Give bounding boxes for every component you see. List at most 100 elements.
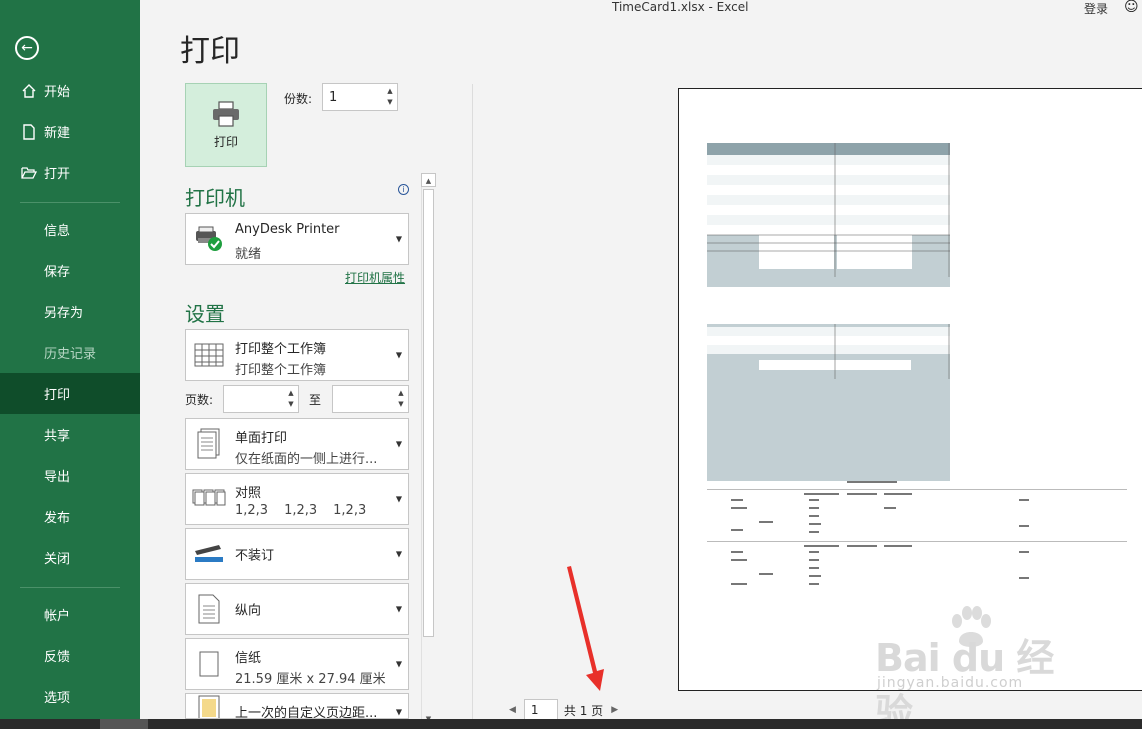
timecard-preview-thumbnail [707,143,1127,585]
backstage-sidebar: ← 开始 新建 打开 信息 保存 另存为 历史记录 打印 共享 导出 发布 关闭… [0,0,140,719]
staple-dropdown[interactable]: 不装订 ▼ [185,528,409,580]
orientation-dropdown[interactable]: 纵向 ▼ [185,583,409,635]
taskbar-item[interactable] [100,719,148,729]
settings-section-title: 设置 [185,302,225,326]
pages-to-label: 至 [309,393,322,407]
back-arrow-icon[interactable]: ← [15,36,39,60]
paper-size-title: 信纸 [235,651,262,666]
sidebar-item-label: 历史记录 [44,347,97,362]
print-scope-subtitle: 打印整个工作簿 [235,363,327,378]
collate-value: 1,2,3 [333,503,367,518]
sidebar-item-open[interactable]: 打开 [0,152,140,193]
next-page-icon[interactable]: ▶ [611,705,618,715]
paper-size-dropdown[interactable]: 信纸 21.59 厘米 x 27.94 厘米 ▼ [185,638,409,690]
printer-dropdown[interactable]: AnyDesk Printer 就绪 ▼ [185,213,409,265]
print-preview-page [678,88,1142,691]
sidebar-item-label: 新建 [44,126,71,141]
stepper-arrows-icon[interactable]: ▲ ▼ [286,388,296,410]
stepper-arrows-icon[interactable]: ▲ ▼ [396,388,406,410]
previous-page-icon[interactable]: ◀ [509,705,516,715]
print-button[interactable]: 打印 [185,83,267,167]
sidebar-item-label: 选项 [44,691,71,706]
sidebar-item-label: 帐户 [44,609,71,624]
sidebar-item-share[interactable]: 共享 [0,414,140,455]
current-page-input[interactable]: 1 [523,699,558,721]
scroll-up-icon[interactable]: ▲ [421,173,436,187]
sidebar-item-account[interactable]: 帐户 [0,594,140,635]
pages-label: 页数: [185,393,214,407]
watermark-url: jingyan.baidu.com [877,675,1024,691]
sidebar-item-new[interactable]: 新建 [0,111,140,152]
panel-divider [472,84,473,719]
print-scope-dropdown[interactable]: 打印整个工作簿 打印整个工作簿 ▼ [185,329,409,381]
paper-size-icon [191,646,227,682]
print-sides-subtitle: 仅在纸面的一侧上进行... [235,452,378,467]
one-sided-page-icon [191,426,227,462]
staple-title: 不装订 [235,548,275,564]
print-sides-dropdown[interactable]: 单面打印 仅在纸面的一侧上进行... ▼ [185,418,409,470]
sidebar-item-close[interactable]: 关闭 [0,537,140,578]
portrait-page-icon [191,591,227,627]
title-bar: TimeCard1.xlsx - Excel 登录 ☺ [140,0,1142,16]
chevron-down-icon: ▼ [395,549,402,559]
pages-from-input[interactable]: ▲ ▼ [223,385,299,413]
margins-dropdown[interactable]: 上一次的自定义页边距... ▼ [185,693,409,719]
printer-section-title: 打印机 [185,186,245,210]
sidebar-item-save[interactable]: 保存 [0,250,140,291]
login-link[interactable]: 登录 [1084,0,1108,17]
sidebar-item-label: 保存 [44,265,71,280]
sidebar-item-print[interactable]: 打印 [0,373,140,414]
sidebar-item-options[interactable]: 选项 [0,676,140,717]
sidebar-item-label: 打印 [44,388,71,403]
sidebar-item-export[interactable]: 导出 [0,455,140,496]
printer-icon [213,100,239,127]
home-icon [20,82,38,100]
new-doc-icon [20,123,38,141]
collate-dropdown[interactable]: 对照 1,2,3 1,2,3 1,2,3 ▼ [185,473,409,525]
printer-properties-link[interactable]: 打印机属性 [345,269,405,286]
sidebar-item-label: 共享 [44,429,71,444]
baidu-jingyan-watermark: Bai du 经验 jingyan.baidu.com [875,605,1075,729]
copies-label: 份数: [284,92,313,106]
sidebar-item-feedback[interactable]: 反馈 [0,635,140,676]
collate-value: 1,2,3 [235,503,269,518]
chevron-down-icon: ▼ [395,659,402,669]
red-annotation-arrow-icon [567,566,604,691]
margins-icon [191,694,227,718]
page-navigator: ◀ 1 共 1 页 ▶ [509,699,618,721]
chevron-down-icon: ▼ [395,350,402,360]
collate-value: 1,2,3 [284,503,318,518]
sidebar-item-home[interactable]: 开始 [0,70,140,111]
sidebar-item-publish[interactable]: 发布 [0,496,140,537]
sidebar-item-label: 开始 [44,85,71,100]
info-icon[interactable]: i [398,184,409,195]
scrollbar-thumb[interactable] [423,189,434,637]
pages-to-input[interactable]: ▲ ▼ [332,385,409,413]
printer-ready-icon [191,221,227,257]
feedback-smiley-icon[interactable]: ☺ [1124,0,1139,15]
collate-title: 对照 [235,486,262,501]
sidebar-item-label: 另存为 [44,306,84,321]
chevron-down-icon: ▼ [395,707,402,717]
folder-open-icon [20,164,38,182]
copies-stepper[interactable]: 1 ▲ ▼ [322,83,398,111]
chevron-down-icon: ▼ [395,494,402,504]
margins-title: 上一次的自定义页边距... [235,706,378,719]
sidebar-item-info[interactable]: 信息 [0,209,140,250]
sidebar-item-save-as[interactable]: 另存为 [0,291,140,332]
printer-name: AnyDesk Printer [235,222,340,237]
sidebar-item-label: 信息 [44,224,71,239]
copies-value: 1 [329,90,338,105]
stapler-icon [191,536,227,572]
sidebar-item-label: 发布 [44,511,71,526]
sidebar-item-label: 导出 [44,470,71,485]
sidebar-item-label: 打开 [44,167,71,182]
stepper-arrows-icon[interactable]: ▲ ▼ [385,86,395,108]
print-sides-title: 单面打印 [235,431,288,446]
orientation-title: 纵向 [235,603,262,619]
page-title: 打印 [180,34,240,69]
page-total-label: 共 1 页 [563,703,604,718]
chevron-down-icon: ▼ [395,439,402,449]
paper-size-subtitle: 21.59 厘米 x 27.94 厘米 [235,672,386,687]
sidebar-item-label: 反馈 [44,650,71,665]
